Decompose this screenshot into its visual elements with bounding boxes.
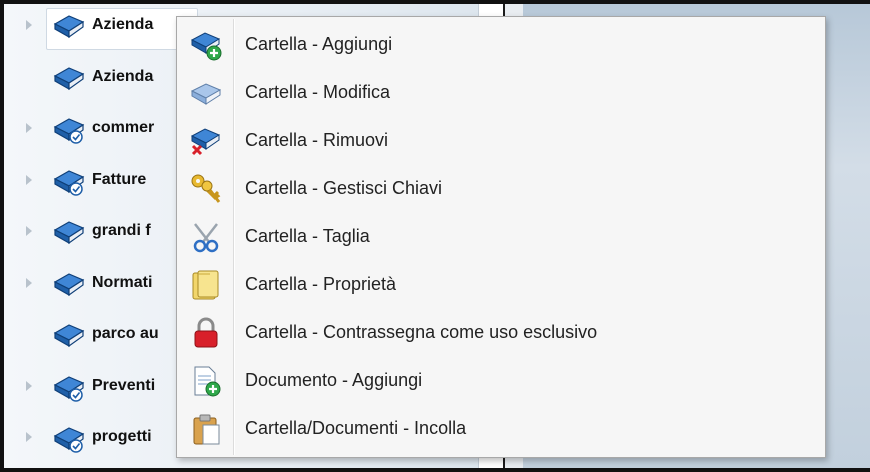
menu-item-label: Cartella - Gestisci Chiavi bbox=[245, 178, 443, 198]
shared-book-icon bbox=[52, 371, 86, 403]
folder-edit-icon bbox=[189, 76, 223, 110]
expand-arrow-icon[interactable] bbox=[26, 277, 32, 288]
lock-icon bbox=[189, 316, 223, 350]
menu-item[interactable]: Cartella - Rimuovi bbox=[179, 117, 823, 163]
tree-item-label: parco au bbox=[92, 325, 159, 342]
tree-item-label: Normati bbox=[92, 273, 153, 291]
menu-item-label: Cartella - Taglia bbox=[245, 226, 370, 246]
folder-remove-icon bbox=[189, 124, 223, 158]
menu-item-label: Cartella - Proprietà bbox=[245, 274, 397, 294]
menu-item[interactable]: Cartella - Taglia bbox=[179, 213, 823, 259]
menu-item[interactable]: Cartella - Contrassegna come uso esclusi… bbox=[179, 309, 823, 355]
shared-book-icon bbox=[52, 113, 86, 145]
menu-item[interactable]: Cartella - Modifica bbox=[179, 69, 823, 115]
expand-arrow-icon[interactable] bbox=[26, 432, 32, 442]
menu-item[interactable]: Cartella - Aggiungi bbox=[179, 21, 823, 67]
menu-item[interactable]: Cartella - Proprietà bbox=[179, 261, 823, 307]
book-icon bbox=[52, 268, 86, 300]
expand-arrow-icon[interactable] bbox=[26, 123, 32, 133]
tree-item-label: commer bbox=[92, 119, 155, 136]
menu-item-label: Cartella/Documenti - Incolla bbox=[245, 418, 467, 438]
keys-icon bbox=[189, 172, 223, 206]
expand-arrow-icon[interactable] bbox=[26, 174, 32, 185]
book-icon bbox=[52, 216, 86, 248]
tree-item-label: Azienda bbox=[92, 67, 154, 85]
tree-item-label: Preventi bbox=[92, 376, 156, 394]
menu-item-label: Cartella - Contrassegna come uso esclusi… bbox=[245, 322, 598, 342]
tree-item-label: grandi f bbox=[92, 222, 151, 239]
folder-add-icon bbox=[189, 28, 223, 62]
book-icon bbox=[52, 319, 86, 351]
menu-item-label: Cartella - Rimuovi bbox=[245, 130, 389, 150]
menu-item[interactable]: Documento - Aggiungi bbox=[179, 357, 823, 403]
shared-book-icon bbox=[52, 422, 86, 454]
folder-properties-icon bbox=[189, 268, 223, 302]
book-icon bbox=[52, 62, 86, 94]
tree-item-label: Fatture bbox=[92, 170, 147, 188]
menu-item-label: Cartella - Aggiungi bbox=[245, 34, 393, 54]
document-add-icon bbox=[189, 364, 223, 398]
expand-arrow-icon[interactable] bbox=[26, 226, 32, 236]
book-icon bbox=[52, 10, 86, 42]
expand-arrow-icon[interactable] bbox=[26, 20, 32, 30]
menu-item-label: Cartella - Modifica bbox=[245, 82, 391, 102]
menu-item[interactable]: Cartella - Gestisci Chiavi bbox=[179, 165, 823, 211]
menu-item[interactable]: Cartella/Documenti - Incolla bbox=[179, 405, 823, 451]
expand-arrow-icon[interactable] bbox=[26, 380, 32, 391]
shared-book-icon bbox=[52, 165, 86, 197]
menu-item-label: Documento - Aggiungi bbox=[245, 370, 423, 390]
paste-icon bbox=[189, 412, 223, 446]
tree-item-label: progetti bbox=[92, 428, 152, 445]
tree-item-label: Azienda bbox=[92, 16, 154, 33]
scissors-icon bbox=[189, 220, 223, 254]
context-menu: Cartella - Aggiungi Cartella - Modifica Ca… bbox=[176, 16, 826, 458]
